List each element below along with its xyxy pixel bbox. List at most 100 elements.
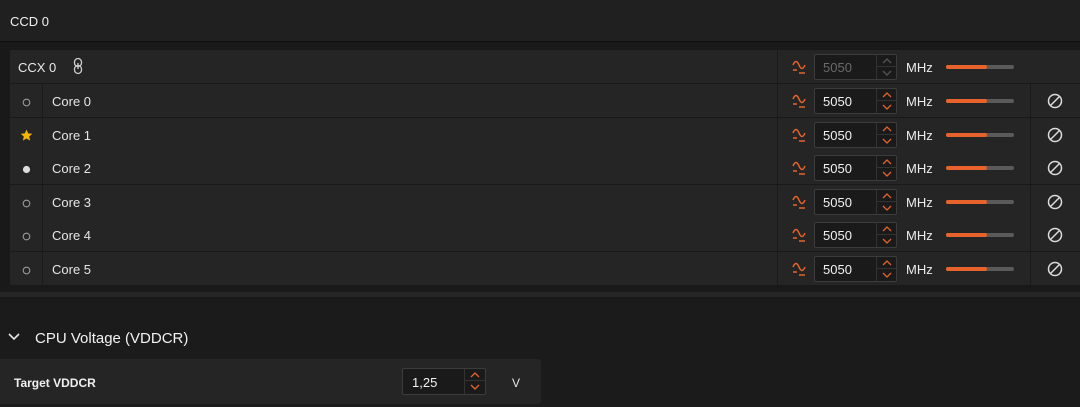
core-frequency-slider[interactable]	[946, 99, 1014, 103]
row-divider	[1030, 118, 1031, 151]
decrement-button[interactable]	[877, 235, 897, 247]
increment-button[interactable]	[877, 257, 897, 269]
slider-fill	[946, 99, 987, 103]
core-frequency-slider[interactable]	[946, 133, 1014, 137]
ccd-header: CCD 0	[0, 0, 1080, 42]
row-divider	[777, 218, 778, 251]
decrement-button[interactable]	[877, 101, 897, 113]
row-divider	[42, 185, 43, 218]
row-divider	[1030, 84, 1031, 117]
core-frequency-input[interactable]: 5050	[814, 189, 897, 215]
chevron-down-icon	[8, 333, 20, 341]
link-icon[interactable]	[72, 57, 84, 75]
curve-optimizer-icon[interactable]	[792, 260, 808, 277]
curve-optimizer-icon[interactable]	[792, 126, 808, 143]
decrement-button[interactable]	[877, 135, 897, 147]
row-divider	[1030, 252, 1031, 285]
slider-fill	[946, 267, 987, 271]
frequency-unit: MHz	[906, 128, 933, 143]
frequency-unit: MHz	[906, 228, 933, 243]
increment-button[interactable]	[877, 156, 897, 168]
core-frequency-value: 5050	[823, 262, 852, 277]
core-row: Core 5 5050 MHz	[10, 252, 1080, 285]
row-divider	[1030, 151, 1031, 184]
frequency-unit: MHz	[906, 161, 933, 176]
curve-optimizer-icon[interactable]	[792, 193, 808, 210]
core-frequency-value: 5050	[823, 228, 852, 243]
slider-fill	[946, 133, 987, 137]
disable-core-icon[interactable]	[1047, 93, 1063, 109]
core-frequency-spinner	[876, 123, 897, 147]
increment-button[interactable]	[465, 369, 485, 381]
core-row: Core 3 5050 MHz	[10, 185, 1080, 218]
disable-core-icon[interactable]	[1047, 160, 1063, 176]
frequency-unit: MHz	[906, 94, 933, 109]
core-frequency-value: 5050	[823, 128, 852, 143]
core-status	[21, 263, 32, 275]
core-frequency-slider[interactable]	[946, 233, 1014, 237]
row-divider	[777, 84, 778, 117]
decrement-button[interactable]	[877, 168, 897, 180]
slider-fill	[946, 65, 987, 69]
core-frequency-slider[interactable]	[946, 267, 1014, 271]
core-frequency-input[interactable]: 5050	[814, 122, 897, 148]
chevron-up-icon	[882, 126, 892, 132]
decrement-button[interactable]	[877, 202, 897, 214]
core-status	[21, 162, 32, 174]
disable-core-icon[interactable]	[1047, 194, 1063, 210]
curve-optimizer-icon[interactable]	[792, 92, 808, 109]
target-vddcr-input[interactable]: 1,25	[402, 368, 486, 395]
core-frequency-value: 5050	[823, 161, 852, 176]
chevron-up-icon	[882, 92, 892, 98]
core-frequency-value: 5050	[823, 195, 852, 210]
increment-button[interactable]	[877, 89, 897, 101]
vddcr-spinner	[464, 369, 485, 394]
disable-core-icon[interactable]	[1047, 227, 1063, 243]
frequency-unit: MHz	[906, 195, 933, 210]
curve-optimizer-icon[interactable]	[792, 58, 808, 75]
decrement-button[interactable]	[877, 67, 897, 79]
chevron-down-icon	[882, 138, 892, 144]
row-divider	[42, 118, 43, 151]
core-frequency-input[interactable]: 5050	[814, 155, 897, 181]
increment-button[interactable]	[877, 55, 897, 67]
decrement-button[interactable]	[465, 381, 485, 393]
core-frequency-value: 5050	[823, 94, 852, 109]
core-label: Core 1	[52, 128, 92, 143]
ccx-frequency-spinner	[876, 55, 897, 79]
row-divider	[777, 118, 778, 151]
increment-button[interactable]	[877, 123, 897, 135]
core-frequency-input[interactable]: 5050	[814, 222, 897, 248]
chevron-down-icon	[882, 205, 892, 211]
core-label: Core 4	[52, 228, 92, 243]
increment-button[interactable]	[877, 223, 897, 235]
curve-optimizer-icon[interactable]	[792, 159, 808, 176]
core-frequency-slider[interactable]	[946, 200, 1014, 204]
slider-fill	[946, 166, 987, 170]
core-frequency-slider[interactable]	[946, 166, 1014, 170]
core-frequency-spinner	[876, 257, 897, 281]
core-label: Core 2	[52, 161, 92, 176]
cpu-voltage-section-header[interactable]: CPU Voltage (VDDCR)	[0, 320, 560, 356]
disable-core-icon[interactable]	[1047, 261, 1063, 277]
core-frequency-spinner	[876, 223, 897, 247]
chevron-down-icon	[470, 384, 480, 390]
chevron-down-icon	[882, 171, 892, 177]
slider-fill	[946, 233, 987, 237]
core-frequency-input[interactable]: 5050	[814, 88, 897, 114]
decrement-button[interactable]	[877, 269, 897, 281]
ccx-frequency-input[interactable]: 5050	[814, 54, 897, 80]
core-status	[20, 129, 33, 141]
frequency-unit: MHz	[906, 262, 933, 277]
curve-optimizer-icon[interactable]	[792, 226, 808, 243]
increment-button[interactable]	[877, 190, 897, 202]
best-core-star-icon	[20, 129, 33, 141]
ccx-frequency-slider[interactable]	[946, 65, 1014, 69]
core-row: Core 1 5050 MHz	[10, 118, 1080, 151]
row-divider	[42, 218, 43, 251]
ccx-label: CCX 0	[18, 60, 57, 75]
inactive-core-icon	[22, 98, 31, 107]
inactive-core-icon	[22, 266, 31, 275]
core-frequency-input[interactable]: 5050	[814, 256, 897, 282]
disable-core-icon[interactable]	[1047, 127, 1063, 143]
